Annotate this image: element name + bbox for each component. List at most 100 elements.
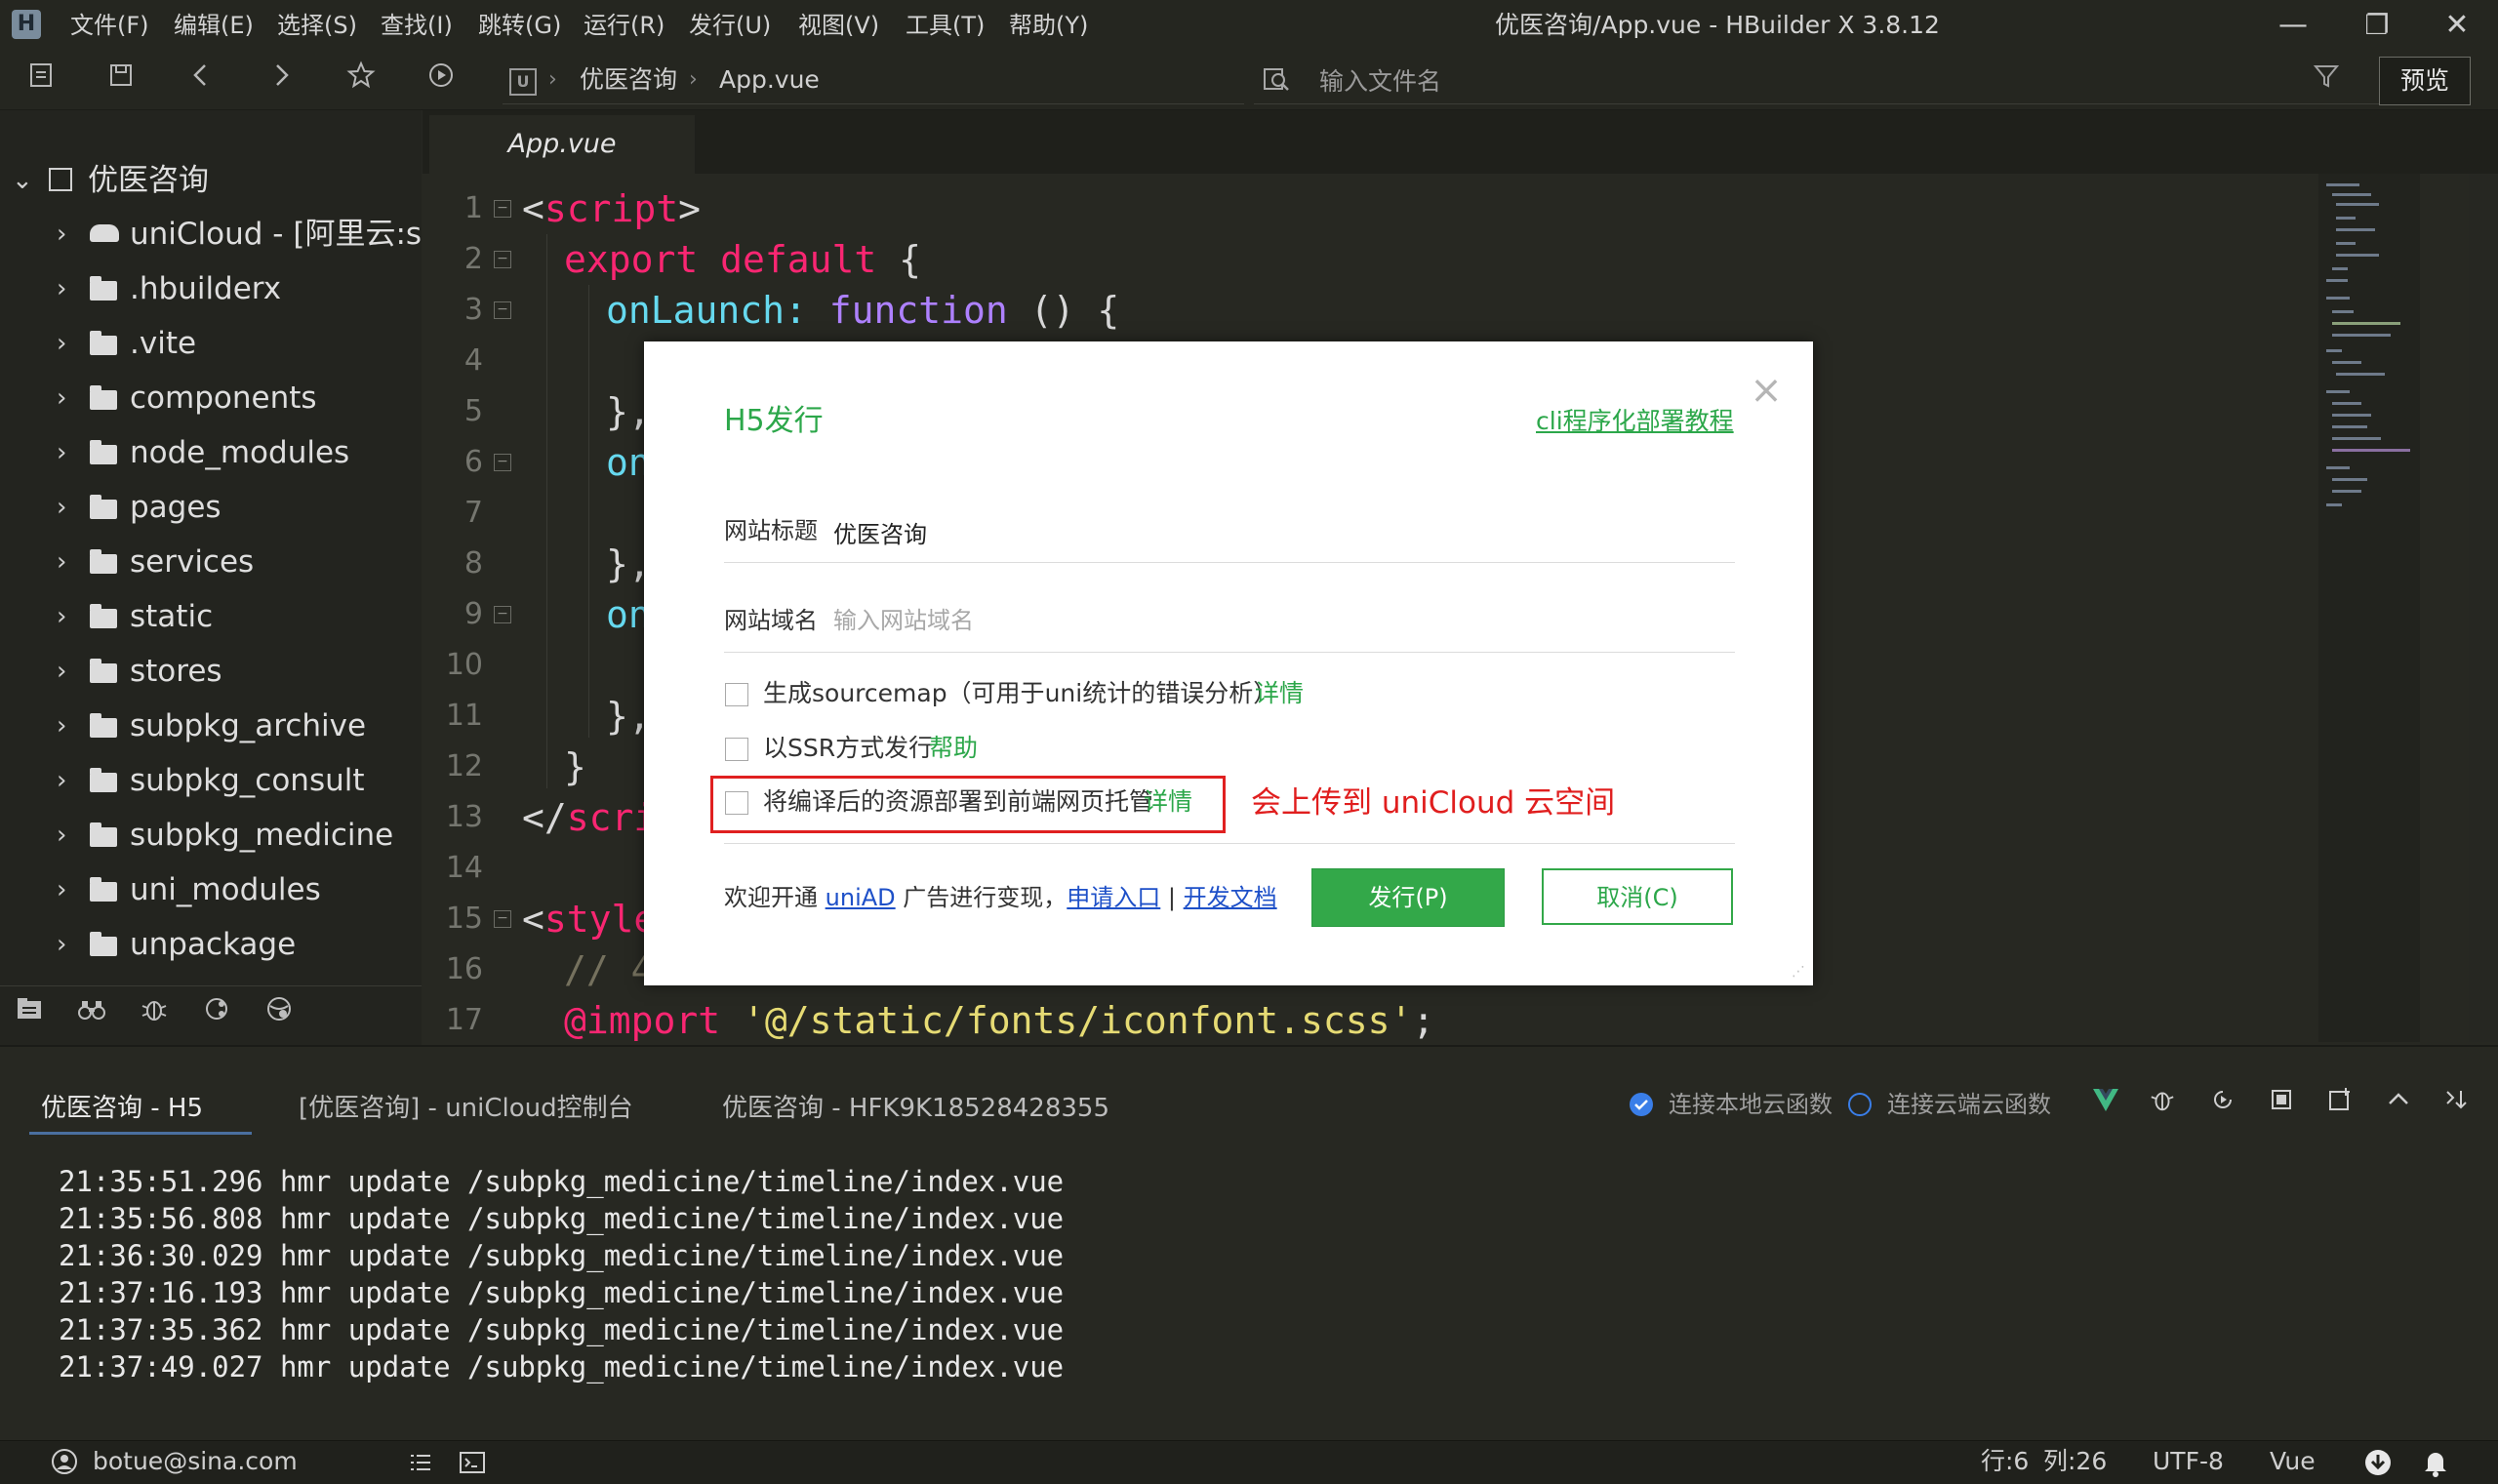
tree-item-subpkg-consult[interactable]: › subpkg_consult [0, 753, 422, 808]
save-icon[interactable] [101, 60, 141, 100]
user-avatar-icon[interactable] [51, 1448, 78, 1479]
radio-cloud-functions[interactable] [1848, 1093, 1872, 1116]
plugin-icon[interactable] [258, 993, 301, 1036]
dev-docs-link[interactable]: 开发文档 [1184, 884, 1277, 911]
binoculars-icon[interactable] [70, 993, 113, 1036]
fold-toggle-icon[interactable]: − [494, 454, 511, 471]
radio-local-functions[interactable] [1630, 1093, 1653, 1116]
sourcemap-label: 生成sourcemap（可用于uni统计的错误分析） [763, 679, 1278, 707]
wrap-lines-icon[interactable] [2438, 1085, 2477, 1124]
tree-item-components[interactable]: › components [0, 371, 422, 425]
user-account[interactable]: botue@sina.com [93, 1442, 298, 1481]
dialog-close-icon[interactable]: × [1747, 371, 1786, 410]
ssr-checkbox[interactable] [725, 738, 748, 761]
star-icon[interactable] [342, 60, 381, 100]
tree-item-stores[interactable]: › stores [0, 644, 422, 699]
menu-help[interactable]: 帮助(Y) [1009, 10, 1088, 41]
terminal-icon[interactable] [459, 1450, 486, 1479]
tree-item-node-modules[interactable]: › node_modules [0, 425, 422, 480]
menu-edit[interactable]: 编辑(E) [174, 10, 254, 41]
forward-icon[interactable] [262, 60, 301, 100]
fold-toggle-icon[interactable]: − [494, 251, 511, 268]
code-line-1[interactable]: <script> [522, 183, 701, 234]
menu-goto[interactable]: 跳转(G) [478, 10, 561, 41]
editor-scrollbar[interactable] [2469, 174, 2498, 1042]
filter-icon[interactable] [2313, 62, 2340, 97]
tree-item-unpackage[interactable]: › unpackage [0, 917, 422, 972]
restore-button[interactable]: ❐ [2346, 6, 2408, 45]
tree-item-pages[interactable]: › pages [0, 480, 422, 535]
fold-toggle-icon[interactable]: − [494, 606, 511, 623]
menu-select[interactable]: 选择(S) [277, 10, 357, 41]
code-line-3[interactable]: onLaunch: function () { [606, 285, 1119, 336]
tree-item-static[interactable]: › static [0, 589, 422, 644]
cursor-column[interactable]: 列:26 [2043, 1442, 2107, 1481]
tree-root-project[interactable]: ⌄ 优医咨询 [0, 153, 422, 208]
fold-toggle-icon[interactable]: − [494, 910, 511, 928]
cursor-line[interactable]: 行:6 [1981, 1442, 2029, 1481]
tree-item-services[interactable]: › services [0, 535, 422, 589]
debug-bug-icon[interactable] [133, 993, 176, 1036]
minimap[interactable] [2318, 174, 2420, 1042]
folder-icon [90, 276, 117, 301]
tree-item-subpkg-archive[interactable]: › subpkg_archive [0, 699, 422, 753]
sourcemap-checkbox[interactable] [725, 683, 748, 706]
list-icon[interactable] [408, 1450, 433, 1479]
vue-icon[interactable] [2086, 1085, 2125, 1124]
console-tab-device[interactable]: 优医咨询 - HFK9K18528428355 [722, 1089, 1109, 1128]
tree-item-unicloud[interactable]: › uniCloud - [阿里云:s [0, 207, 422, 261]
code-line-16[interactable]: // 4 [564, 944, 654, 995]
fold-toggle-icon[interactable]: − [494, 200, 511, 218]
publish-button[interactable]: 发行(P) [1311, 868, 1505, 927]
tree-item-uni-modules[interactable]: › uni_modules [0, 862, 422, 917]
site-title-input[interactable] [831, 511, 1733, 552]
menu-tools[interactable]: 工具(T) [906, 10, 985, 41]
menu-run[interactable]: 运行(R) [584, 10, 665, 41]
restart-icon[interactable] [2203, 1085, 2242, 1124]
debug-bug-icon[interactable] [2143, 1085, 2182, 1124]
menu-file[interactable]: 文件(F) [70, 10, 149, 41]
code-line-12[interactable]: } [564, 742, 586, 792]
site-domain-input[interactable] [831, 601, 1733, 642]
breadcrumb-project[interactable]: 优医咨询 [580, 62, 677, 98]
file-explorer-icon[interactable] [8, 993, 51, 1036]
code-line-2[interactable]: export default { [564, 234, 921, 285]
git-icon[interactable] [195, 993, 238, 1036]
tree-item-vite[interactable]: › .vite [0, 316, 422, 371]
fold-toggle-icon[interactable]: − [494, 301, 511, 319]
ssr-help-link[interactable]: 帮助 [929, 731, 978, 766]
notification-bell-icon[interactable] [2422, 1448, 2449, 1481]
cancel-button[interactable]: 取消(C) [1542, 868, 1733, 925]
apply-link[interactable]: 申请入口 [1067, 884, 1160, 911]
tree-item-subpkg-medicine[interactable]: › subpkg_medicine [0, 808, 422, 862]
download-update-icon[interactable] [2363, 1448, 2393, 1481]
menu-view[interactable]: 视图(V) [798, 10, 879, 41]
menu-publish[interactable]: 发行(U) [689, 10, 771, 41]
sourcemap-details-link[interactable]: 详情 [1255, 676, 1304, 711]
uniad-link[interactable]: uniAD [826, 884, 896, 911]
code-line-15[interactable]: <style [522, 894, 656, 944]
file-encoding[interactable]: UTF-8 [2153, 1442, 2224, 1481]
file-search-input[interactable] [1317, 60, 2102, 101]
run-icon[interactable] [422, 60, 461, 100]
code-line-13[interactable]: </scri [522, 792, 656, 843]
stop-icon[interactable] [2262, 1085, 2301, 1124]
chevron-up-icon[interactable] [2379, 1085, 2418, 1124]
code-line-17[interactable]: @import '@/static/fonts/iconfont.scss'; [564, 995, 1434, 1046]
minimize-button[interactable]: — [2262, 6, 2324, 45]
cli-deploy-tutorial-link[interactable]: cli程序化部署教程 [1536, 404, 1734, 439]
breadcrumb-file[interactable]: App.vue [719, 62, 820, 98]
menu-find[interactable]: 查找(I) [381, 10, 453, 41]
console-log-line: 21:37:16.193 hmr update /subpkg_medicine… [59, 1276, 1065, 1309]
console-tab-h5[interactable]: 优医咨询 - H5 [41, 1089, 203, 1128]
preview-button[interactable]: 预览 [2379, 57, 2471, 105]
tab-app-vue[interactable]: App.vue [429, 115, 695, 174]
back-icon[interactable] [181, 60, 221, 100]
tree-item-hbuilderx[interactable]: › .hbuilderx [0, 261, 422, 316]
new-file-icon[interactable] [21, 60, 60, 100]
close-window-button[interactable]: ✕ [2426, 6, 2488, 45]
console-tab-unicloud[interactable]: [优医咨询] - uniCloud控制台 [299, 1089, 633, 1128]
resize-grip-icon[interactable]: ⋰ [1792, 964, 1807, 980]
new-window-icon[interactable] [2320, 1085, 2359, 1124]
file-language[interactable]: Vue [2270, 1442, 2316, 1481]
